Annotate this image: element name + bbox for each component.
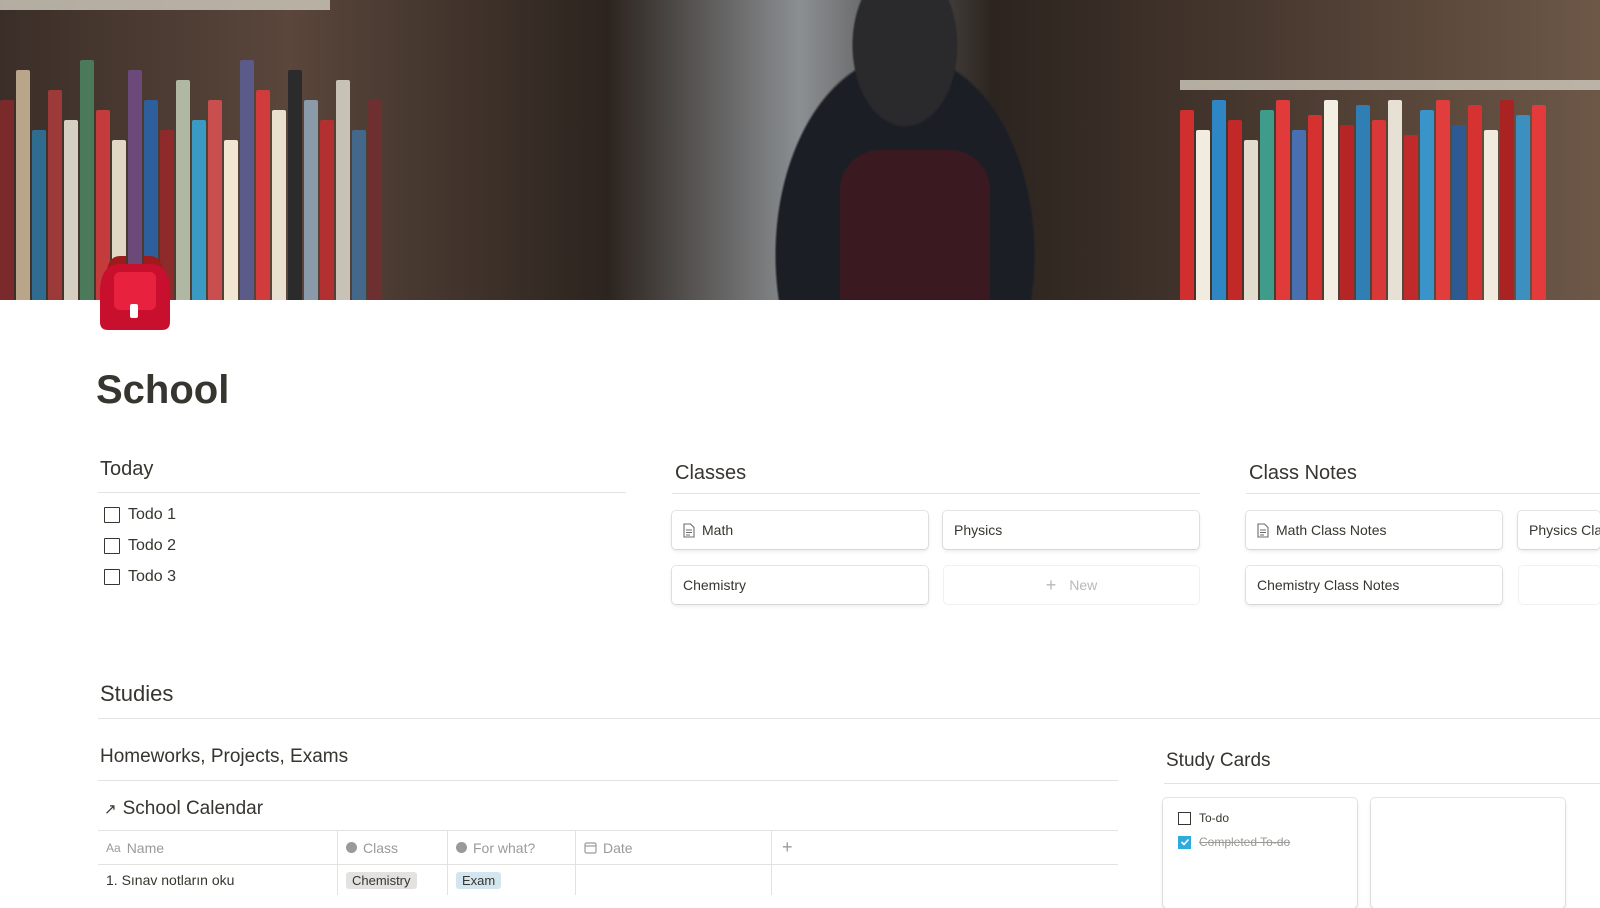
todo-label: Todo 3 [128, 568, 177, 585]
studies-divider [98, 718, 1600, 719]
class-card-label: Chemistry [683, 577, 747, 593]
select-property-icon [456, 842, 467, 853]
todo-label: To-do [1199, 811, 1230, 825]
todo-item[interactable]: Todo 1 [104, 506, 176, 524]
cover-image [0, 0, 1600, 300]
class-note-card-math[interactable]: Math Class Notes [1246, 511, 1502, 549]
class-notes-heading: Class Notes [1249, 462, 1357, 484]
today-heading: Today [100, 458, 154, 480]
classes-heading: Classes [675, 462, 747, 484]
class-note-card-chemistry[interactable]: Chemistry Class Notes [1246, 566, 1502, 604]
backpack-icon[interactable] [96, 252, 174, 332]
for-what-tag: Exam [456, 871, 502, 889]
column-header-for-what[interactable]: For what? [448, 831, 576, 864]
class-card-math[interactable]: Math [672, 511, 928, 549]
todo-label: Todo 1 [128, 506, 177, 523]
page-icon [683, 522, 695, 538]
checkbox-checked[interactable] [1178, 835, 1191, 849]
class-note-label: Physics Class Notes [1529, 522, 1600, 538]
plus-icon: + [782, 837, 793, 857]
study-card-empty[interactable] [1371, 798, 1565, 908]
calendar-icon [584, 842, 597, 854]
cell-date[interactable] [576, 865, 772, 895]
study-cards-divider [1164, 783, 1600, 784]
class-card-physics[interactable]: Physics [943, 511, 1199, 549]
page-icon [1257, 522, 1269, 538]
checkbox[interactable] [1178, 811, 1191, 825]
table-header: Aa Name Class For what? Date + [98, 830, 1118, 865]
column-label: Class [363, 839, 399, 856]
class-card-chemistry[interactable]: Chemistry [672, 566, 928, 604]
checkbox[interactable] [104, 507, 120, 523]
study-card-todo[interactable]: To-do [1178, 811, 1229, 825]
cell-class[interactable]: Chemistry [338, 865, 448, 895]
class-card-label: Math [702, 522, 734, 538]
column-label: For what? [473, 839, 536, 856]
add-column-button[interactable]: + [772, 831, 1118, 864]
class-note-label: Chemistry Class Notes [1257, 577, 1400, 593]
class-notes-divider [1246, 493, 1600, 494]
todo-label: Todo 2 [128, 537, 177, 554]
todo-item[interactable]: Todo 2 [104, 537, 176, 555]
class-card-label: Physics [954, 522, 1003, 538]
study-card[interactable]: To-do Completed To-do [1163, 798, 1357, 908]
new-class-button[interactable]: + New [944, 566, 1199, 604]
studies-heading: Studies [100, 681, 174, 706]
class-note-card-physics[interactable]: Physics Class Notes [1518, 511, 1600, 549]
study-cards-heading: Study Cards [1166, 750, 1271, 771]
study-card-completed-todo[interactable]: Completed To-do [1178, 835, 1290, 849]
plus-icon: + [1045, 575, 1057, 595]
cell-empty [772, 865, 1118, 895]
completed-todo-label: Completed To-do [1199, 835, 1291, 849]
class-tag: Chemistry [346, 871, 417, 889]
cover-backpack-silhouette [840, 150, 990, 300]
column-header-name[interactable]: Aa Name [98, 831, 338, 864]
column-header-date[interactable]: Date [576, 831, 772, 864]
todo-item[interactable]: Todo 3 [104, 568, 176, 586]
checkbox[interactable] [104, 569, 120, 585]
cell-for-what[interactable]: Exam [448, 865, 576, 895]
classes-divider [672, 493, 1200, 494]
school-calendar-link[interactable]: ↗ School Calendar [104, 798, 263, 820]
select-property-icon [346, 842, 357, 853]
cell-name[interactable]: 1. Sınav notların oku [98, 865, 338, 895]
new-label: New [1069, 577, 1098, 593]
table-row[interactable]: 1. Sınav notların oku Chemistry Exam [98, 865, 1118, 895]
page-title: School [96, 368, 230, 412]
checkbox[interactable] [104, 538, 120, 554]
school-calendar-title: School Calendar [122, 798, 264, 819]
arrow-up-right-icon: ↗ [104, 801, 117, 818]
text-property-icon: Aa [106, 840, 121, 855]
checkmark-icon [1180, 838, 1189, 846]
school-calendar-table: Aa Name Class For what? Date + 1. Sınav … [98, 830, 1118, 895]
column-header-class[interactable]: Class [338, 831, 448, 864]
column-label: Date [603, 839, 633, 856]
column-label: Name [126, 839, 165, 856]
today-divider [98, 492, 626, 493]
hpe-heading: Homeworks, Projects, Exams [100, 746, 349, 767]
new-class-note-button[interactable] [1519, 566, 1600, 604]
class-note-label: Math Class Notes [1276, 522, 1387, 538]
hpe-divider [98, 780, 1118, 781]
